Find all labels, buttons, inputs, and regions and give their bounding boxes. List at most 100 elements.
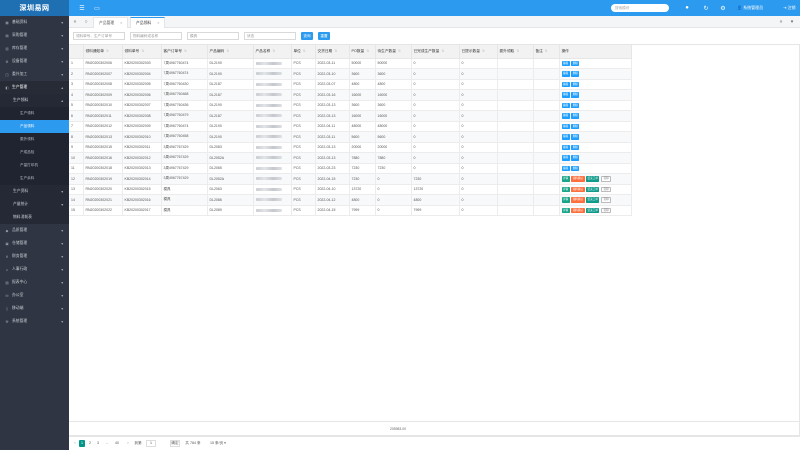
sidebar-sub-item[interactable]: 物料消耗表: [0, 211, 69, 224]
sidebar-item[interactable]: ⚒ 系统管理 ▼: [0, 315, 69, 328]
sidebar-leaf[interactable]: 产量打印机: [0, 159, 69, 172]
refresh-icon[interactable]: ↻: [702, 4, 710, 12]
goto-confirm-button[interactable]: 确定: [170, 440, 180, 447]
row-issue-button[interactable]: 领料确认: [571, 176, 585, 182]
row-detail-button[interactable]: 详情: [561, 207, 570, 213]
row-del-button[interactable]: 删除: [571, 102, 580, 108]
table-row[interactable]: 9 RN20200302015 KB20200302011 3周4967767429 D…: [69, 142, 632, 153]
sidebar-item[interactable]: ¥ 财务管理 ▼: [0, 250, 69, 263]
column-header[interactable]: 已完成生产数量 ⇅: [411, 45, 460, 59]
row-edit-button[interactable]: 编辑: [561, 60, 570, 66]
menu-toggle-icon[interactable]: ☰: [78, 4, 86, 12]
sort-icon[interactable]: ⇅: [334, 49, 337, 53]
sort-icon[interactable]: ⇅: [226, 49, 229, 53]
row-close-button[interactable]: 结束工单: [586, 197, 600, 203]
table-row[interactable]: 3 RN20200302008 KB20200302005 7周4967760430 D…: [69, 79, 632, 90]
sort-icon[interactable]: ⇅: [106, 49, 109, 53]
sidebar-leaf[interactable]: 生产领料: [0, 107, 69, 120]
sort-icon[interactable]: ⇅: [398, 49, 401, 53]
sort-icon[interactable]: ⇅: [366, 49, 369, 53]
table-row[interactable]: 13 RN20200302020 KB20200302015 模具 DL2063 PCS 2…: [69, 184, 632, 195]
row-edit-button[interactable]: 编辑: [561, 81, 570, 87]
table-row[interactable]: 6 RN20200302011 KB20200302008 7周4967760479 D…: [69, 110, 632, 122]
column-header[interactable]: 单位 ⇅: [291, 45, 316, 59]
row-edit-button[interactable]: 编辑: [561, 102, 570, 108]
row-edit-button[interactable]: 编辑: [561, 123, 570, 129]
tab-next-icon[interactable]: »: [777, 18, 785, 26]
sort-icon[interactable]: ⇅: [141, 49, 144, 53]
row-del-button[interactable]: 删除: [571, 165, 580, 171]
row-print-button[interactable]: 打印: [600, 176, 612, 182]
sidebar-item[interactable]: ✉ 办公室 ▼: [0, 289, 69, 302]
row-close-button[interactable]: 结束工单: [586, 176, 600, 182]
sidebar-item[interactable]: ☺ 人事行政 ▼: [0, 263, 69, 276]
next-page-icon[interactable]: ›: [125, 440, 131, 447]
row-del-button[interactable]: 删除: [571, 155, 580, 161]
sort-icon[interactable]: ⇅: [545, 49, 548, 53]
row-edit-button[interactable]: 编辑: [561, 144, 570, 150]
table-row[interactable]: 14 RN20200302021 KB20200302016 模具 DL2086 PCS 2…: [69, 194, 632, 206]
column-header[interactable]: 领料单号 ⇅: [122, 45, 162, 59]
sort-icon[interactable]: ⇅: [184, 49, 187, 53]
table-row[interactable]: 5 RN20200302010 KB20200302007 7周4967760436 D…: [69, 100, 632, 111]
row-edit-button[interactable]: 编辑: [561, 155, 570, 161]
page-size-select[interactable]: 15 条/页 ▾: [207, 440, 229, 447]
tab-product-management[interactable]: 产品管理 ×: [93, 17, 129, 28]
material-code-input[interactable]: 物料编码或名称: [130, 32, 182, 40]
row-close-button[interactable]: 结束工单: [586, 186, 600, 192]
row-del-button[interactable]: 删除: [571, 144, 580, 150]
tab-prev-icon[interactable]: «: [71, 18, 79, 26]
goto-page-input[interactable]: 1: [146, 440, 156, 447]
row-print-button[interactable]: 打印: [600, 197, 612, 203]
column-header[interactable]: 委外领取 ⇅: [497, 45, 534, 59]
row-detail-button[interactable]: 详情: [561, 197, 570, 203]
sort-icon[interactable]: ⇅: [516, 49, 519, 53]
column-header[interactable]: 产品编码 ⇅: [207, 45, 254, 59]
column-header[interactable]: 操作: [559, 45, 632, 59]
row-del-button[interactable]: 删除: [571, 134, 580, 140]
column-header[interactable]: PO数量 ⇅: [349, 45, 376, 59]
row-issue-button[interactable]: 领料确认: [571, 197, 585, 203]
row-del-button[interactable]: 删除: [571, 113, 580, 119]
table-row[interactable]: 7 RN20200302012 KB20200302009 7周4967760474 D…: [69, 121, 632, 132]
sidebar-leaf[interactable]: 生产余料: [0, 172, 69, 185]
sidebar-item[interactable]: ▣ 仓储管理 ▼: [0, 237, 69, 250]
table-row[interactable]: 4 RN20200302009 KB20200302006 7周4967760468 D…: [69, 89, 632, 101]
sidebar-sub-item[interactable]: 生产资料 ▼: [0, 185, 69, 198]
table-row[interactable]: 10 RN20200302016 KB20200302012 3周4967767429…: [69, 152, 632, 164]
sidebar-leaf[interactable]: 产品领料: [0, 120, 69, 133]
column-header[interactable]: 备注 ⇅: [533, 45, 560, 59]
row-edit-button[interactable]: 编辑: [561, 92, 570, 98]
row-del-button[interactable]: 删除: [571, 60, 580, 66]
mold-input[interactable]: 模具: [187, 32, 239, 40]
sidebar-sub-item[interactable]: 产量统计 ▼: [0, 198, 69, 211]
home-tab-icon[interactable]: ○: [82, 18, 90, 26]
column-header[interactable]: 客户订单号 ⇅: [161, 45, 208, 59]
column-header[interactable]: 交货日期 ⇅: [315, 45, 350, 59]
column-header[interactable]: 已提示数量 ⇅: [459, 45, 498, 59]
row-issue-button[interactable]: 领料确认: [571, 186, 585, 192]
sidebar-item[interactable]: ▦ 基础资料 ▼: [0, 16, 69, 29]
settings-icon[interactable]: ⚙: [719, 4, 727, 12]
row-close-button[interactable]: 结束工单: [586, 207, 600, 213]
sidebar-leaf[interactable]: 委外领料: [0, 133, 69, 146]
row-issue-button[interactable]: 领料确认: [571, 207, 585, 213]
logout-link[interactable]: ⇥ 注销: [783, 4, 795, 12]
sidebar-item[interactable]: ◫ 委外加工 ▼: [0, 68, 69, 81]
row-edit-button[interactable]: 编辑: [561, 71, 570, 77]
tab-product-picking[interactable]: 产品领料 ×: [130, 17, 166, 28]
column-header[interactable]: 产品名称 ⇅: [253, 45, 292, 59]
status-select[interactable]: 状态: [244, 32, 296, 40]
sidebar-item[interactable]: ▤ 采购管理 ▼: [0, 29, 69, 42]
row-edit-button[interactable]: 编辑: [561, 113, 570, 119]
sidebar-item[interactable]: ◆ 品质管理 ▼: [0, 224, 69, 237]
row-detail-button[interactable]: 详情: [561, 176, 570, 182]
sort-icon[interactable]: ⇅: [441, 49, 444, 53]
column-header[interactable]: 领料通知单 ⇅: [83, 45, 123, 59]
sort-icon[interactable]: ⇅: [272, 49, 275, 53]
row-edit-button[interactable]: 编辑: [561, 165, 570, 171]
row-del-button[interactable]: 删除: [571, 81, 580, 87]
user-menu[interactable]: 👤 系统管理员: [737, 4, 763, 12]
sidebar-item[interactable]: ▥ 库存管理 ▼: [0, 42, 69, 55]
row-del-button[interactable]: 删除: [571, 92, 580, 98]
